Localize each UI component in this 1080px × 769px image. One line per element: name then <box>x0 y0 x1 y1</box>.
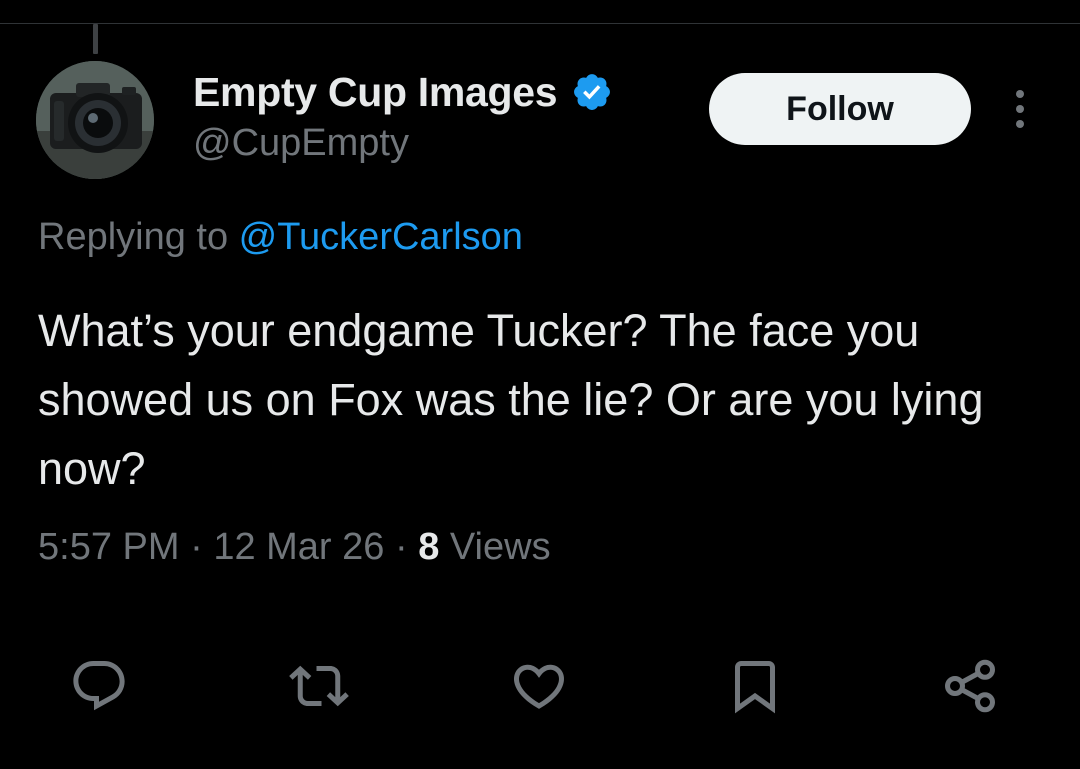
more-options-icon[interactable] <box>1006 87 1034 131</box>
replying-to-mention[interactable]: @TuckerCarlson <box>239 216 523 258</box>
follow-button[interactable]: Follow <box>709 73 971 145</box>
display-name[interactable]: Empty Cup Images <box>193 69 558 116</box>
author-handle[interactable]: @CupEmpty <box>193 122 409 165</box>
reply-button[interactable] <box>63 650 135 722</box>
top-divider <box>0 23 1080 24</box>
heart-icon <box>513 664 565 709</box>
reply-icon <box>73 661 125 711</box>
action-bar <box>0 650 1080 722</box>
bookmark-icon <box>735 661 775 714</box>
meta-separator-2: · <box>384 526 419 568</box>
replying-to-prefix: Replying to <box>38 216 239 258</box>
like-button[interactable] <box>503 650 575 722</box>
views-label: Views <box>439 526 551 568</box>
camera-avatar-icon <box>36 61 154 179</box>
avatar[interactable] <box>36 61 154 179</box>
tweet-date[interactable]: 12 Mar 26 <box>213 526 384 568</box>
share-icon <box>945 659 995 713</box>
thread-connector-line <box>93 24 98 54</box>
retweet-icon <box>289 665 349 707</box>
meta-separator-1: · <box>179 526 214 568</box>
views-count[interactable]: 8 <box>418 526 439 568</box>
tweet-time[interactable]: 5:57 PM <box>38 526 180 568</box>
tweet-text: What’s your endgame Tucker? The face you… <box>38 305 984 494</box>
share-button[interactable] <box>934 650 1006 722</box>
author-name-row: Empty Cup Images <box>193 66 613 118</box>
tweet-meta: 5:57 PM · 12 Mar 26 · 8 Views <box>38 526 551 569</box>
bookmark-button[interactable] <box>719 650 791 722</box>
verified-badge-icon <box>574 74 611 110</box>
retweet-button[interactable] <box>283 650 355 722</box>
replying-to-line: Replying to @TuckerCarlson <box>38 216 523 259</box>
